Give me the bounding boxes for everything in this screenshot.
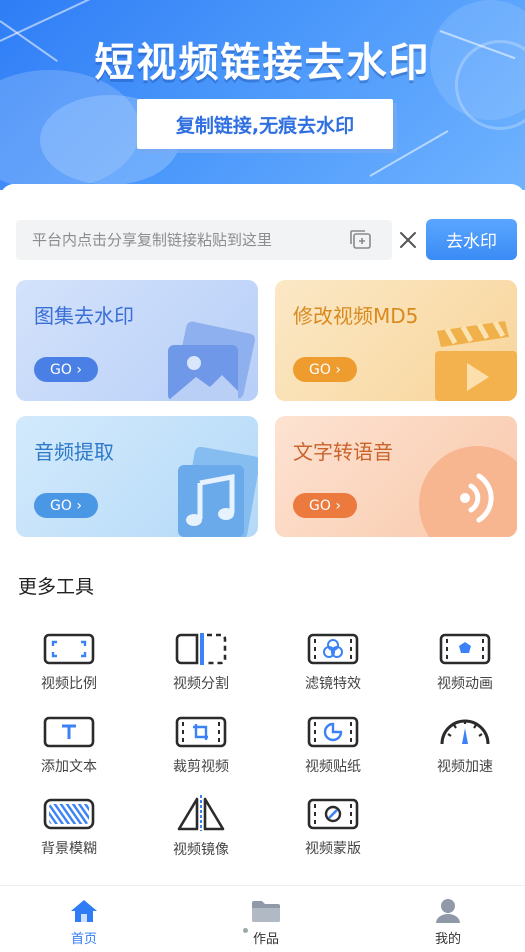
card-gallery-watermark[interactable]: 图集去水印 GO › bbox=[16, 280, 258, 401]
indicator-dot bbox=[243, 928, 248, 933]
tool-crop[interactable]: 裁剪视频 bbox=[151, 716, 251, 788]
tool-label: 裁剪视频 bbox=[173, 759, 229, 775]
banner-title: 短视频链接去水印 bbox=[94, 40, 431, 86]
tool-label: 滤镜特效 bbox=[305, 676, 361, 692]
tool-mirror[interactable]: 视频镜像 bbox=[151, 795, 251, 867]
tool-background-blur[interactable]: 背景模糊 bbox=[19, 798, 119, 870]
card-title: 音频提取 bbox=[34, 440, 114, 464]
tool-label: 视频加速 bbox=[437, 759, 493, 775]
tool-aspect-ratio[interactable]: 视频比例 bbox=[19, 633, 119, 705]
tool-label: 视频镜像 bbox=[173, 842, 229, 858]
tool-animation[interactable]: 视频动画 bbox=[415, 633, 515, 705]
paste-icon[interactable] bbox=[348, 229, 374, 251]
tab-label: 作品 bbox=[252, 932, 279, 947]
tool-mask[interactable]: 视频蒙版 bbox=[283, 798, 383, 870]
card-text-to-speech[interactable]: 文字转语音 GO › bbox=[275, 416, 517, 537]
tool-label: 背景模糊 bbox=[41, 841, 97, 857]
header-banner: 短视频链接去水印 复制链接,无痕去水印 bbox=[0, 0, 525, 190]
link-input[interactable] bbox=[32, 231, 352, 249]
tool-label: 视频贴纸 bbox=[305, 759, 361, 775]
banner-subtitle: 复制链接,无痕去水印 bbox=[137, 99, 393, 149]
go-button[interactable]: GO › bbox=[293, 357, 357, 382]
remove-watermark-button[interactable]: 去水印 bbox=[426, 219, 517, 260]
tool-add-text[interactable]: 添加文本 bbox=[19, 716, 119, 788]
close-icon[interactable] bbox=[396, 228, 420, 252]
go-button[interactable]: GO › bbox=[34, 357, 98, 382]
sound-wave-icon bbox=[419, 446, 517, 537]
tab-home[interactable]: 首页 bbox=[44, 898, 124, 947]
music-note-icon bbox=[178, 447, 258, 537]
link-input-box[interactable] bbox=[16, 220, 392, 260]
card-modify-md5[interactable]: 修改视频MD5 GO › bbox=[275, 280, 517, 401]
tool-split[interactable]: 视频分割 bbox=[151, 633, 251, 705]
tool-sticker[interactable]: 视频贴纸 bbox=[283, 716, 383, 788]
blur-icon bbox=[43, 798, 95, 830]
home-icon bbox=[71, 900, 97, 922]
card-title: 文字转语音 bbox=[293, 440, 393, 464]
card-audio-extract[interactable]: 音频提取 GO › bbox=[16, 416, 258, 537]
image-icon bbox=[168, 321, 255, 401]
tab-works[interactable]: 作品 bbox=[226, 898, 306, 947]
tool-label: 视频蒙版 bbox=[305, 841, 361, 857]
aspect-ratio-icon bbox=[43, 633, 95, 665]
text-icon bbox=[43, 716, 95, 748]
tool-label: 添加文本 bbox=[41, 759, 97, 775]
mask-icon bbox=[307, 798, 359, 830]
animation-icon bbox=[439, 633, 491, 665]
folder-icon bbox=[252, 901, 280, 922]
tab-label: 首页 bbox=[70, 932, 97, 947]
bottom-tab-bar: 首页 作品 我的 bbox=[0, 885, 525, 952]
more-tools-title: 更多工具 bbox=[18, 576, 95, 598]
go-button[interactable]: GO › bbox=[293, 493, 357, 518]
filter-icon bbox=[307, 633, 359, 665]
tab-profile[interactable]: 我的 bbox=[408, 898, 488, 947]
split-icon bbox=[175, 633, 227, 665]
tool-label: 视频分割 bbox=[173, 676, 229, 692]
card-title: 图集去水印 bbox=[34, 304, 134, 328]
crop-icon bbox=[175, 716, 227, 748]
user-icon bbox=[436, 899, 460, 923]
tab-label: 我的 bbox=[434, 932, 461, 947]
clapperboard-icon bbox=[435, 321, 517, 401]
tool-label: 视频动画 bbox=[437, 676, 493, 692]
speedometer-icon bbox=[440, 719, 490, 745]
card-title: 修改视频MD5 bbox=[293, 304, 419, 328]
tool-filter[interactable]: 滤镜特效 bbox=[283, 633, 383, 705]
tool-speed[interactable]: 视频加速 bbox=[415, 712, 515, 784]
tool-label: 视频比例 bbox=[41, 676, 97, 692]
mirror-icon bbox=[177, 795, 225, 831]
sticker-icon bbox=[307, 716, 359, 748]
go-button[interactable]: GO › bbox=[34, 493, 98, 518]
